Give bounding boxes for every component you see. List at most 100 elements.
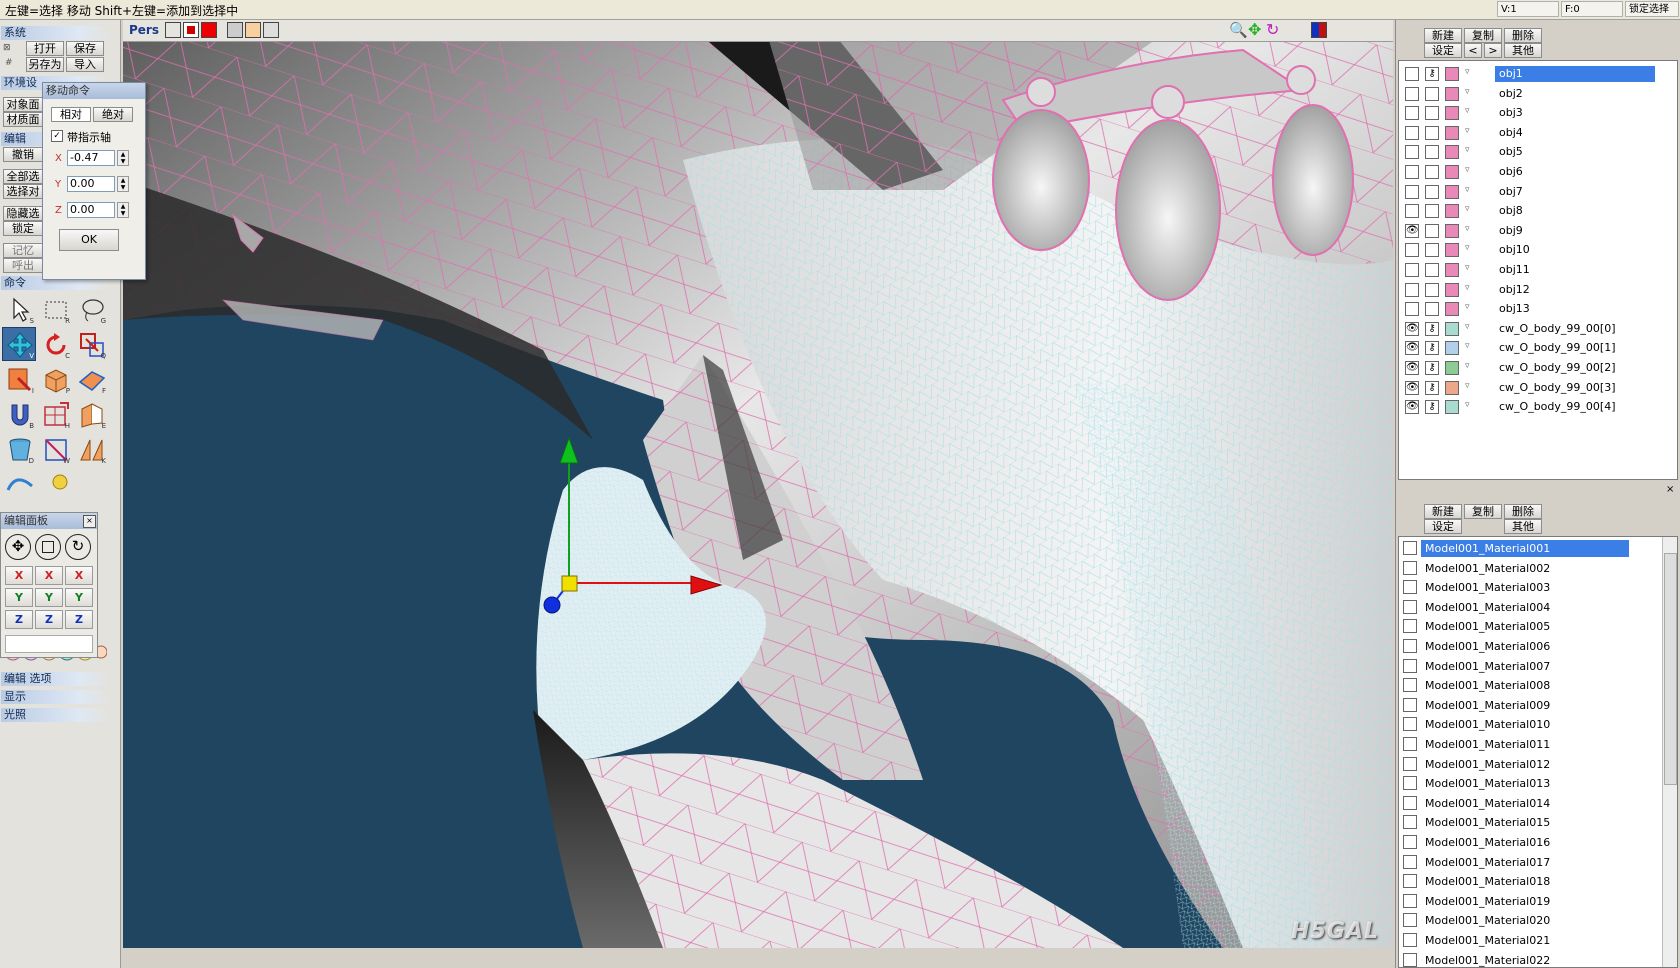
expand-icon[interactable]: ▿ xyxy=(1465,106,1470,116)
lock-icon[interactable] xyxy=(1425,223,1439,238)
tab-relative[interactable]: 相对 xyxy=(51,107,91,122)
expand-icon[interactable]: ▿ xyxy=(1465,361,1470,371)
object-row[interactable]: ▿ obj2 xyxy=(1399,85,1649,104)
expand-icon[interactable]: ▿ xyxy=(1465,302,1470,312)
material-face-button[interactable]: 材质面 xyxy=(3,112,43,127)
curve-icon[interactable] xyxy=(6,472,34,492)
y-spinner[interactable]: ▲ ▼ xyxy=(117,176,129,192)
eye-icon[interactable]: 👁 xyxy=(1405,321,1419,336)
material-row[interactable]: Model001_Material006 xyxy=(1399,637,1637,656)
color-swatch[interactable] xyxy=(1445,204,1459,219)
lock-icon[interactable] xyxy=(1425,145,1439,160)
z-value-input[interactable]: 0.00 xyxy=(67,202,115,218)
eye-icon[interactable] xyxy=(1405,204,1419,219)
expand-icon[interactable]: ▿ xyxy=(1465,67,1470,77)
color-swatch[interactable] xyxy=(1445,400,1459,415)
color-swatch[interactable] xyxy=(1445,341,1459,356)
display-header[interactable]: 显示 xyxy=(1,690,113,704)
expand-icon[interactable]: ▿ xyxy=(1465,87,1470,97)
x-rotate-button[interactable]: X xyxy=(65,566,93,585)
eye-icon[interactable] xyxy=(1405,184,1419,199)
material-settings-button[interactable]: 设定 xyxy=(1424,519,1462,534)
color-mode-icon[interactable] xyxy=(1311,22,1327,38)
undo-button[interactable]: 撤销 xyxy=(3,147,43,162)
material-checkbox[interactable] xyxy=(1403,893,1417,908)
object-row[interactable]: 👁 ⚷ ▿ cw_O_body_99_00[1] xyxy=(1399,339,1649,358)
rotate-view-icon[interactable]: ↻ xyxy=(1266,20,1279,39)
material-row[interactable]: Model001_Material014 xyxy=(1399,794,1637,813)
wire-mode-icon[interactable] xyxy=(183,22,199,38)
material-row[interactable]: Model001_Material012 xyxy=(1399,755,1637,774)
lock-icon[interactable] xyxy=(1425,125,1439,140)
light-icon[interactable] xyxy=(48,472,72,492)
import-button[interactable]: 导入 xyxy=(66,57,104,72)
pin-icon[interactable]: ⊠ xyxy=(3,43,11,53)
lock-icon[interactable]: ⚷ xyxy=(1425,380,1439,395)
3d-viewport[interactable]: H5GAL xyxy=(123,20,1393,948)
material-row[interactable]: Model001_Material008 xyxy=(1399,676,1637,695)
material-row[interactable]: Model001_Material019 xyxy=(1399,892,1637,911)
material-checkbox[interactable] xyxy=(1403,658,1417,673)
lasso-select-icon[interactable]: G xyxy=(74,292,108,326)
material-checkbox[interactable] xyxy=(1403,619,1417,634)
object-row[interactable]: ▿ obj11 xyxy=(1399,261,1649,280)
material-row[interactable]: Model001_Material005 xyxy=(1399,617,1637,636)
eye-icon[interactable] xyxy=(1405,243,1419,258)
color-swatch[interactable] xyxy=(1445,145,1459,160)
plane-icon[interactable]: F xyxy=(74,362,108,396)
lock-icon[interactable] xyxy=(1425,165,1439,179)
color-swatch[interactable] xyxy=(1445,223,1459,238)
material-checkbox[interactable] xyxy=(1403,933,1417,947)
material-checkbox[interactable] xyxy=(1403,697,1417,712)
view-mode-label[interactable]: Pers xyxy=(129,23,159,37)
expand-icon[interactable]: ▿ xyxy=(1465,400,1470,410)
background-icon[interactable] xyxy=(263,22,279,38)
expand-icon[interactable]: ▿ xyxy=(1465,165,1470,175)
system-header[interactable]: 系统 xyxy=(1,26,113,40)
object-row[interactable]: ▿ obj3 xyxy=(1399,104,1649,123)
material-checkbox[interactable] xyxy=(1403,854,1417,869)
object-row[interactable]: 👁 ⚷ ▿ cw_O_body_99_00[4] xyxy=(1399,398,1649,417)
edit-panel-field[interactable] xyxy=(5,635,93,653)
object-row[interactable]: ▿ obj13 xyxy=(1399,300,1649,319)
delete-object-button[interactable]: 删除 xyxy=(1504,28,1542,43)
material-checkbox[interactable] xyxy=(1403,678,1417,693)
material-row[interactable]: Model001_Material018 xyxy=(1399,872,1637,891)
x-scale-button[interactable]: X xyxy=(35,566,63,585)
recall-button[interactable]: 呼出 xyxy=(3,258,43,273)
material-row[interactable]: Model001_Material015 xyxy=(1399,813,1637,832)
rect-select-icon[interactable]: R xyxy=(38,292,72,326)
save-button[interactable]: 保存 xyxy=(66,41,104,56)
expand-icon[interactable]: ▿ xyxy=(1465,322,1470,332)
select-arrow-icon[interactable]: S xyxy=(2,292,36,326)
material-row[interactable]: Model001_Material007 xyxy=(1399,657,1637,676)
y-value-input[interactable]: 0.00 xyxy=(67,176,115,192)
color-swatch[interactable] xyxy=(1445,184,1459,199)
object-row[interactable]: ▿ obj7 xyxy=(1399,183,1649,202)
new-material-button[interactable]: 新建 xyxy=(1424,504,1462,519)
rotate-icon[interactable]: C xyxy=(38,327,72,361)
pan-icon[interactable]: ✥ xyxy=(1248,20,1261,39)
lock-icon[interactable]: ⚷ xyxy=(1425,341,1439,356)
eye-icon[interactable] xyxy=(1405,282,1419,297)
copy-material-button[interactable]: 复制 xyxy=(1464,504,1502,519)
open-button[interactable]: 打开 xyxy=(26,41,64,56)
material-row[interactable]: Model001_Material004 xyxy=(1399,598,1637,617)
ok-button[interactable]: OK xyxy=(59,229,119,251)
material-row[interactable]: Model001_Material017 xyxy=(1399,853,1637,872)
magnet-icon[interactable]: B xyxy=(2,397,36,431)
material-checkbox[interactable] xyxy=(1403,874,1417,889)
y-scale-button[interactable]: Y xyxy=(35,588,63,607)
pin-icon[interactable]: # xyxy=(5,58,13,68)
box-icon[interactable]: P xyxy=(38,362,72,396)
z-rotate-button[interactable]: Z xyxy=(65,610,93,629)
x-spinner[interactable]: ▲ ▼ xyxy=(117,150,129,166)
expand-icon[interactable]: ▿ xyxy=(1465,126,1470,136)
material-checkbox[interactable] xyxy=(1403,599,1417,614)
mirror-icon[interactable]: K xyxy=(74,432,108,466)
delete-material-button[interactable]: 删除 xyxy=(1504,504,1542,519)
lock-selection-button[interactable]: 锁定选择 xyxy=(1625,1,1679,17)
material-scrollbar[interactable] xyxy=(1662,537,1677,967)
lock-icon[interactable] xyxy=(1425,204,1439,219)
paint-icon[interactable]: I xyxy=(2,362,36,396)
